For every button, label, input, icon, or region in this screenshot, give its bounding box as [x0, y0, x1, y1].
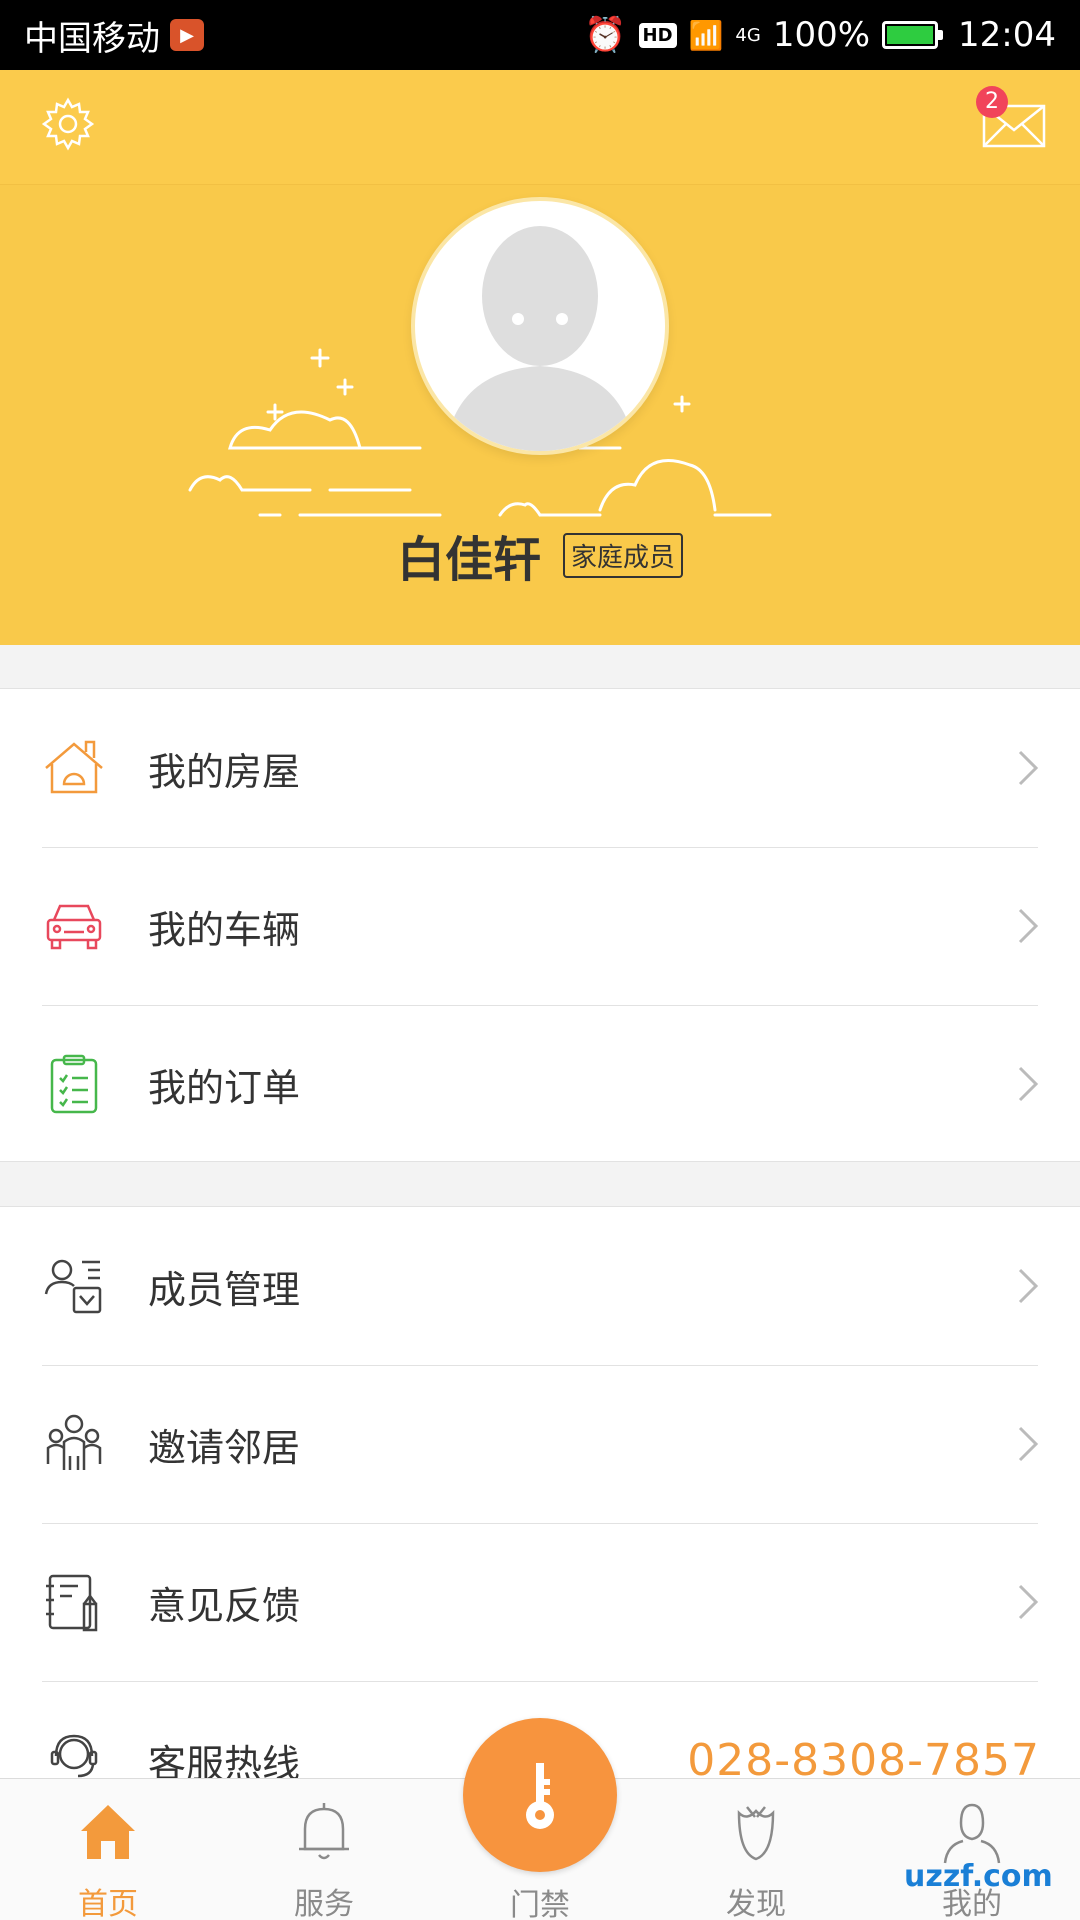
menu-group-assets: 我的房屋 我的车辆 我的订单 [0, 688, 1080, 1162]
carrier-label: 中国移动 [24, 18, 160, 59]
alarm-icon: ⏰ [584, 15, 627, 55]
menu-item-my-orders[interactable]: 我的订单 [0, 1005, 1080, 1163]
uzzf-watermark-logo: uzzf.com [904, 1859, 1053, 1894]
menu-label: 我的房屋 [148, 749, 301, 794]
menu-label: 我的车辆 [148, 907, 301, 952]
menu-label: 我的订单 [148, 1065, 301, 1110]
tab-label: 服务 [294, 1887, 354, 1920]
home-icon [81, 1805, 135, 1859]
tab-discover[interactable]: 发现 [676, 1797, 836, 1920]
menu-label: 意见反馈 [148, 1583, 301, 1628]
car-icon [38, 890, 110, 962]
top-toolbar: 2 [0, 70, 1080, 185]
settings-gear-icon[interactable] [38, 94, 98, 154]
user-avatar[interactable] [411, 197, 669, 455]
door-access-key-button[interactable] [463, 1718, 617, 1872]
chevron-right-icon [1018, 750, 1039, 786]
key-icon [526, 1763, 554, 1829]
network-type-label: 4G [735, 24, 761, 46]
chevron-right-icon [1018, 908, 1039, 944]
chevron-right-icon [1018, 1268, 1039, 1304]
bell-icon [299, 1803, 349, 1860]
battery-icon [882, 21, 944, 49]
menu-group-community: 成员管理 邀请邻居 意见反馈 客服热线 028-8308-7857 [0, 1206, 1080, 1806]
video-app-notification-icon: ▶ [170, 19, 204, 51]
user-name: 白佳轩 [396, 532, 541, 588]
menu-item-feedback[interactable]: 意见反馈 [0, 1523, 1080, 1681]
chevron-right-icon [1018, 1066, 1039, 1102]
menu-item-my-house[interactable]: 我的房屋 [0, 689, 1080, 847]
tab-service[interactable]: 服务 [244, 1797, 404, 1920]
invite-neighbor-icon [38, 1408, 110, 1480]
feedback-icon [38, 1566, 110, 1638]
member-manage-icon [38, 1250, 110, 1322]
tab-door-label: 门禁 [510, 1888, 570, 1920]
unread-mail-badge: 2 [976, 86, 1008, 118]
tab-label: 发现 [726, 1887, 786, 1920]
tab-label: 首页 [78, 1887, 138, 1920]
clock: 12:04 [958, 15, 1056, 55]
watermark-text: uzzf.com [904, 1859, 1053, 1894]
menu-item-member-management[interactable]: 成员管理 [0, 1207, 1080, 1365]
wifi-icon: 📶 [688, 18, 724, 52]
battery-percent: 100% [772, 15, 871, 55]
order-list-icon [38, 1048, 110, 1120]
chevron-right-icon [1018, 1584, 1039, 1620]
menu-item-my-vehicle[interactable]: 我的车辆 [0, 847, 1080, 1005]
menu-label: 邀请邻居 [148, 1425, 301, 1470]
chevron-right-icon [1018, 1426, 1039, 1462]
menu-item-invite-neighbor[interactable]: 邀请邻居 [0, 1365, 1080, 1523]
house-icon [38, 732, 110, 804]
rose-icon [737, 1806, 775, 1861]
role-badge: 家庭成员 [563, 532, 684, 578]
profile-header: 2 白佳轩 家庭成员 [0, 70, 1080, 645]
hd-icon: HD [638, 22, 677, 48]
status-bar: 中国移动 ▶ ⏰ HD 📶 4G 100% 12:04 [0, 0, 1080, 70]
menu-label: 成员管理 [148, 1267, 301, 1312]
tab-home[interactable]: 首页 [28, 1797, 188, 1920]
